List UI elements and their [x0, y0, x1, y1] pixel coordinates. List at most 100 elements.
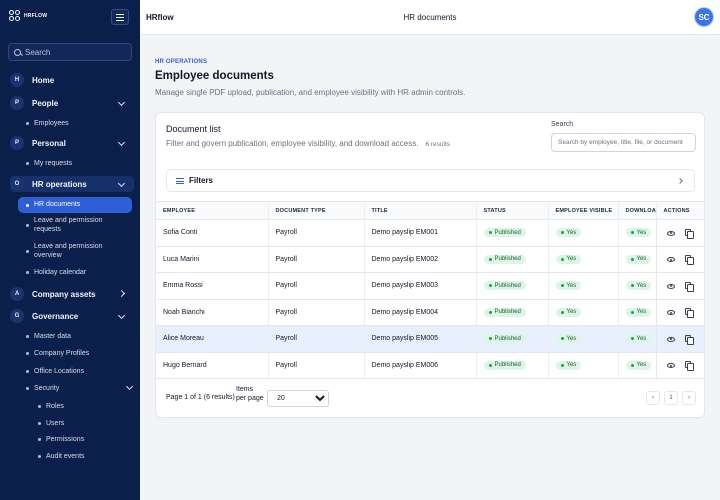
page-description: Manage single PDF upload, publication, a…	[155, 88, 466, 97]
view-button[interactable]	[664, 226, 678, 240]
employee-visible-badge: Yes	[555, 360, 582, 370]
copy-icon	[684, 228, 694, 239]
nav-group-hr-operations[interactable]: O HR operations	[10, 176, 134, 192]
download-badge: Yes	[625, 281, 652, 291]
nav-group-governance[interactable]: G Governance	[10, 308, 134, 324]
sidebar-item-employees[interactable]: Employees	[26, 119, 130, 128]
column-header-employee-visible[interactable]: EMPLOYEE VISIBLE	[547, 201, 618, 220]
sidebar-item-my-requests[interactable]: My requests	[26, 159, 130, 168]
filters-toggle[interactable]: Filters	[166, 169, 695, 192]
nav-group-people[interactable]: P People	[10, 95, 134, 111]
column-header-employee[interactable]: EMPLOYEE	[156, 201, 268, 220]
column-header-title[interactable]: TITLE	[363, 201, 476, 220]
sidebar-item-security[interactable]: Security	[26, 382, 134, 393]
duplicate-button[interactable]	[681, 358, 695, 372]
filters-label: Filters	[189, 176, 214, 185]
cell-employee: Alice Moreau	[156, 325, 268, 353]
items-per-page-select[interactable]: 20	[267, 390, 329, 407]
sidebar-item-master-data[interactable]: Master data	[26, 332, 130, 341]
sidebar-item-leave-overview[interactable]: Leave and permission overview	[26, 242, 130, 260]
cell-employee: Luca Marini	[156, 246, 268, 273]
user-avatar[interactable]: SC	[694, 7, 714, 27]
cell-employee: Sofia Conti	[156, 219, 268, 247]
card-subtitle-row: Filter and govern publication, employee …	[166, 139, 450, 148]
page-number-button[interactable]: 1	[664, 391, 678, 405]
nav-group-personal[interactable]: P Personal	[10, 135, 134, 151]
table-row[interactable]: Alice Moreau Payroll Demo payslip EM005 Pub…	[156, 325, 704, 353]
duplicate-button[interactable]	[681, 331, 695, 345]
column-header-download[interactable]: DOWNLOAD	[617, 201, 656, 220]
next-page-button[interactable]: ›	[682, 391, 696, 405]
sidebar-item-label: Holiday calendar	[34, 269, 87, 276]
copy-icon	[684, 255, 694, 266]
document-search-input[interactable]	[551, 133, 696, 152]
sidebar-item-label: Employees	[34, 120, 69, 127]
cell-title: Demo payslip EM005	[363, 325, 476, 353]
sidebar-item-company-profiles[interactable]: Company Profiles	[26, 349, 130, 358]
card-title: Document list	[166, 124, 221, 134]
sidebar-item-leave-requests[interactable]: Leave and permission requests	[26, 216, 130, 234]
nav-label-personal: Personal	[32, 138, 66, 148]
eye-icon	[666, 310, 675, 316]
copy-icon	[684, 361, 694, 372]
table-row[interactable]: Hugo Bernard Payroll Demo payslip EM006 Pub…	[156, 352, 704, 379]
search-icon	[14, 48, 21, 56]
sidebar-item-audit-events[interactable]: Audit events	[38, 452, 128, 461]
nav-label-people: People	[32, 98, 59, 108]
table-header-row: EMPLOYEE DOCUMENT TYPE TITLE STATUS EMPL…	[156, 201, 704, 220]
view-button[interactable]	[664, 279, 678, 293]
cell-document-type: Payroll	[267, 325, 364, 353]
copy-icon	[684, 334, 694, 345]
view-button[interactable]	[664, 359, 678, 373]
sidebar-item-hr-documents[interactable]: HR documents	[18, 197, 132, 213]
duplicate-button[interactable]	[681, 252, 695, 266]
sidebar: HRFLOW Search H Home P People Employees …	[0, 0, 140, 500]
brand[interactable]: HRFLOW	[9, 10, 47, 22]
sidebar-search-input[interactable]: Search	[8, 43, 132, 61]
table-row[interactable]: Noah Bianchi Payroll Demo payslip EM004 Pub…	[156, 299, 704, 326]
sidebar-item-permissions[interactable]: Permissions	[38, 435, 128, 444]
status-badge: Published	[483, 334, 526, 344]
results-count: 6 results	[425, 141, 451, 148]
sidebar-item-label: Audit events	[46, 453, 85, 460]
duplicate-button[interactable]	[681, 305, 695, 319]
items-per-page-label: Items per page	[236, 386, 264, 403]
employee-visible-badge: Yes	[555, 228, 582, 238]
view-button[interactable]	[664, 306, 678, 320]
cell-document-type: Payroll	[267, 219, 364, 247]
status-badge: Published	[483, 228, 526, 238]
table-row[interactable]: Sofia Conti Payroll Demo payslip EM001 Publ…	[156, 219, 704, 247]
nav-group-company-assets[interactable]: A Company assets	[10, 286, 134, 302]
cell-document-type: Payroll	[267, 352, 364, 379]
duplicate-button[interactable]	[681, 225, 695, 239]
nav-group-home[interactable]: H Home	[10, 72, 134, 88]
sidebar-item-holiday-calendar[interactable]: Holiday calendar	[26, 268, 130, 277]
sidebar-item-roles[interactable]: Roles	[38, 402, 128, 411]
sidebar-item-users[interactable]: Users	[38, 419, 128, 428]
cell-title: Demo payslip EM002	[363, 246, 476, 273]
topbar-page-title: HR documents	[403, 13, 457, 22]
chevron-right-icon	[677, 178, 683, 184]
sidebar-item-office-locations[interactable]: Office Locations	[26, 367, 130, 376]
menu-toggle-button[interactable]	[111, 9, 129, 25]
sidebar-item-label: Permissions	[46, 436, 85, 443]
chevron-down-icon	[117, 98, 126, 107]
view-button[interactable]	[664, 253, 678, 267]
cell-title: Demo payslip EM003	[363, 272, 476, 300]
table-row[interactable]: Emma Rossi Payroll Demo payslip EM003 Publi…	[156, 272, 704, 300]
sidebar-item-label: HR documents	[34, 201, 81, 209]
view-button[interactable]	[664, 332, 678, 346]
table-row[interactable]: Luca Marini Payroll Demo payslip EM002 Publ…	[156, 246, 704, 273]
eye-icon	[666, 283, 675, 289]
sidebar-item-label: Security	[34, 385, 60, 392]
sidebar-item-label: Users	[46, 420, 65, 427]
column-header-status[interactable]: STATUS	[475, 201, 548, 220]
copy-icon	[684, 308, 694, 319]
nav-label-governance: Governance	[32, 311, 79, 321]
column-header-document-type[interactable]: DOCUMENT TYPE	[267, 201, 364, 220]
prev-page-button[interactable]: ‹	[646, 391, 660, 405]
sidebar-item-label: My requests	[34, 160, 73, 167]
duplicate-button[interactable]	[681, 278, 695, 292]
sidebar-item-label: Roles	[46, 403, 64, 410]
status-badge: Published	[483, 254, 526, 264]
